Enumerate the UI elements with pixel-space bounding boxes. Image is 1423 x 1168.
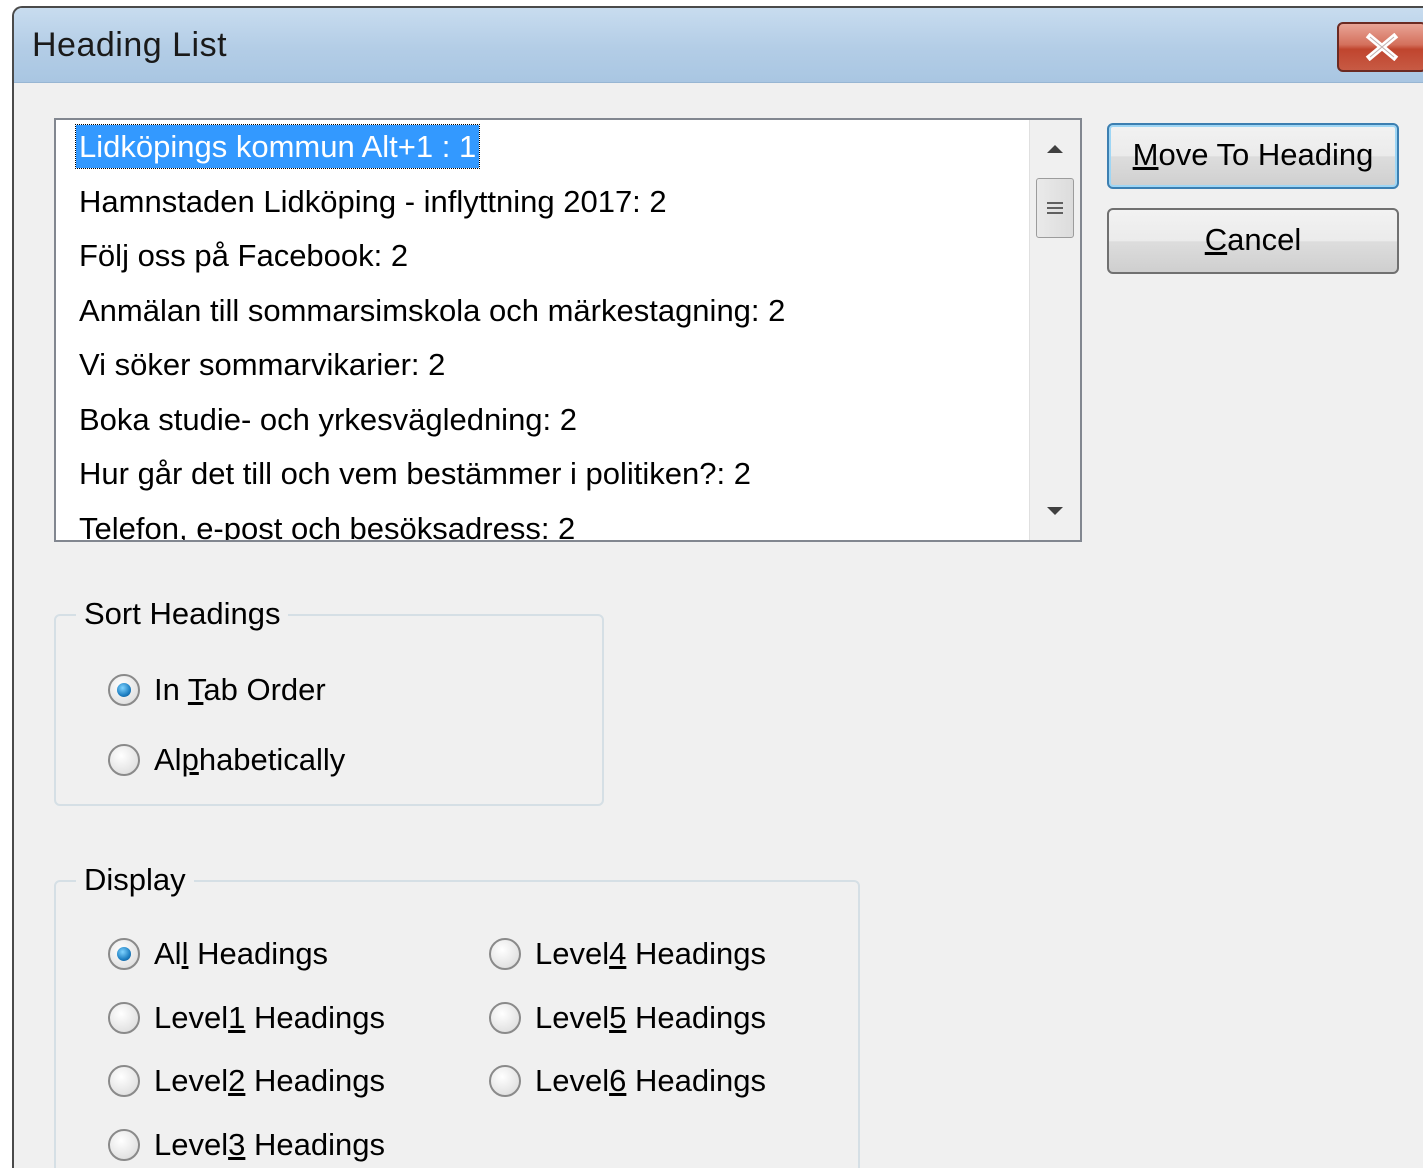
radio-level3-headings[interactable]: Level3 Headings bbox=[108, 1127, 385, 1163]
vertical-scrollbar[interactable] bbox=[1029, 120, 1080, 540]
close-button[interactable] bbox=[1337, 22, 1423, 72]
radio-alphabetically[interactable]: Alphabetically bbox=[108, 742, 345, 778]
list-item[interactable]: Telefon, e-post och besöksadress: 2 bbox=[76, 502, 1028, 541]
move-to-heading-button[interactable]: Move To Heading bbox=[1107, 123, 1399, 189]
scroll-up-button[interactable] bbox=[1030, 124, 1080, 174]
list-item[interactable]: Hamnstaden Lidköping - inflyttning 2017:… bbox=[76, 175, 1028, 230]
cancel-button[interactable]: Cancel bbox=[1107, 208, 1399, 274]
radio-button-icon bbox=[108, 674, 140, 706]
radio-level4-headings[interactable]: Level4 Headings bbox=[489, 936, 766, 972]
close-x-icon bbox=[1365, 33, 1399, 61]
radio-level2-headings[interactable]: Level2 Headings bbox=[108, 1063, 385, 1099]
list-item[interactable]: Följ oss på Facebook: 2 bbox=[76, 229, 1028, 284]
list-item[interactable]: Hur går det till och vem bestämmer i pol… bbox=[76, 447, 1028, 502]
radio-button-icon bbox=[108, 1129, 140, 1161]
radio-button-icon bbox=[489, 1002, 521, 1034]
radio-button-icon bbox=[108, 938, 140, 970]
scroll-grip-icon bbox=[1047, 202, 1063, 214]
scroll-down-arrow-icon bbox=[1047, 507, 1063, 515]
display-group: Display All Headings Level1 Headings Lev… bbox=[54, 862, 860, 1168]
radio-in-tab-order[interactable]: In Tab Order bbox=[108, 672, 326, 708]
headings-listbox[interactable]: Lidköpings kommun Alt+1 : 1 Hamnstaden L… bbox=[54, 118, 1082, 542]
radio-level1-headings[interactable]: Level1 Headings bbox=[108, 1000, 385, 1036]
headings-list-items: Lidköpings kommun Alt+1 : 1 Hamnstaden L… bbox=[74, 120, 1028, 541]
list-item[interactable]: Boka studie- och yrkesvägledning: 2 bbox=[76, 393, 1028, 448]
radio-button-icon bbox=[489, 938, 521, 970]
radio-level5-headings[interactable]: Level5 Headings bbox=[489, 1000, 766, 1036]
sort-headings-label: Sort Headings bbox=[76, 596, 289, 632]
radio-button-icon bbox=[489, 1065, 521, 1097]
list-item[interactable]: Vi söker sommarvikarier: 2 bbox=[76, 338, 1028, 393]
window-title: Heading List bbox=[32, 26, 228, 64]
scroll-up-arrow-icon bbox=[1047, 145, 1063, 153]
list-item[interactable]: Anmälan till sommarsimskola och märkesta… bbox=[76, 284, 1028, 339]
radio-button-icon bbox=[108, 1065, 140, 1097]
radio-button-icon bbox=[108, 744, 140, 776]
scroll-thumb[interactable] bbox=[1036, 178, 1074, 238]
radio-level6-headings[interactable]: Level6 Headings bbox=[489, 1063, 766, 1099]
list-item[interactable]: Lidköpings kommun Alt+1 : 1 bbox=[74, 120, 1028, 175]
heading-list-dialog: Heading List Lidköpings kommun Alt+1 : 1… bbox=[12, 6, 1423, 1168]
radio-button-icon bbox=[108, 1002, 140, 1034]
title-bar: Heading List bbox=[14, 8, 1423, 83]
display-label: Display bbox=[76, 862, 194, 898]
radio-all-headings[interactable]: All Headings bbox=[108, 936, 328, 972]
scroll-down-button[interactable] bbox=[1030, 486, 1080, 536]
sort-headings-group: Sort Headings In Tab Order Alphabeticall… bbox=[54, 596, 604, 806]
